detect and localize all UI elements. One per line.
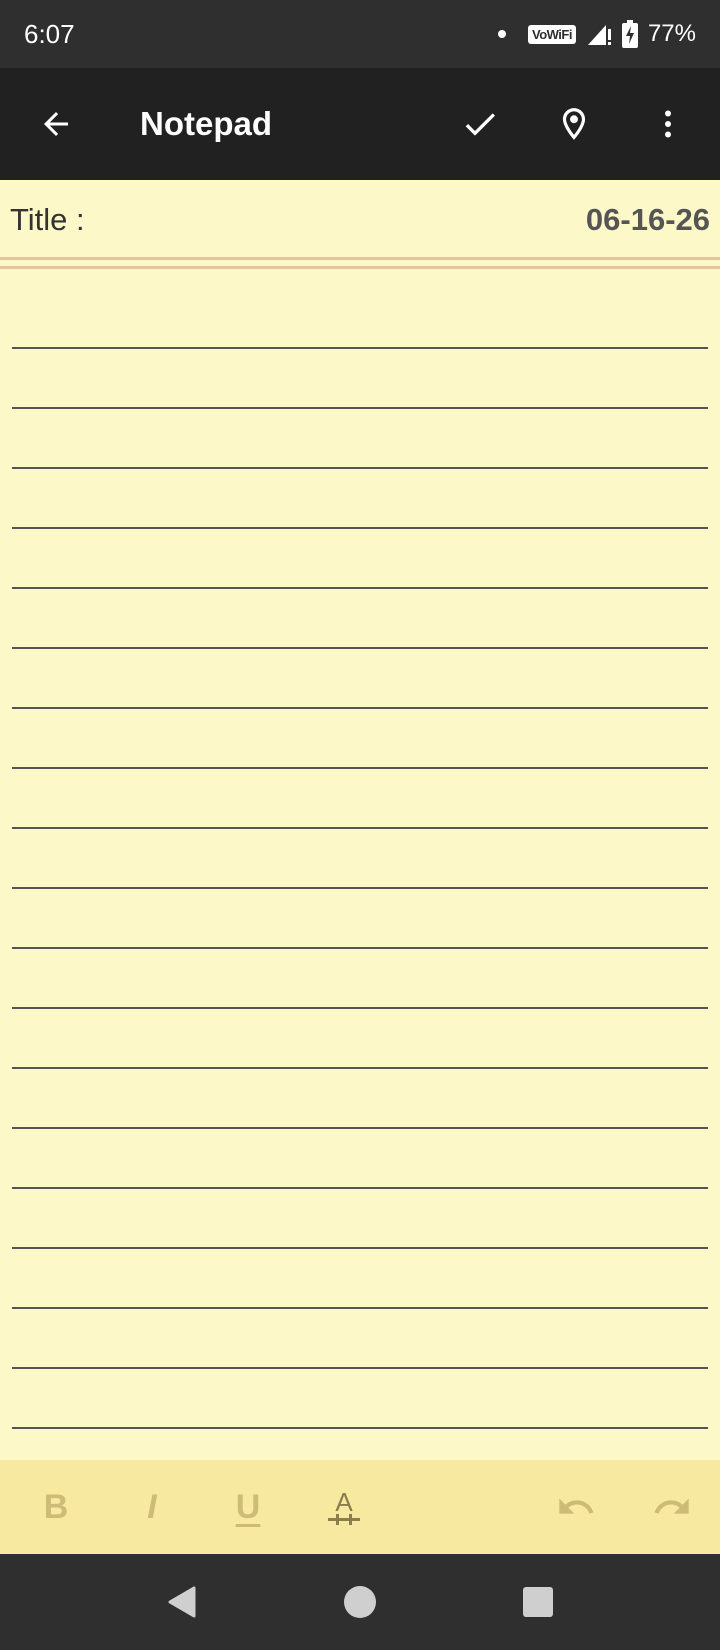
nav-home-icon bbox=[344, 1586, 376, 1618]
italic-button[interactable]: I bbox=[104, 1460, 200, 1554]
status-time: 6:07 bbox=[24, 18, 75, 49]
bold-button[interactable]: B bbox=[8, 1460, 104, 1554]
signal-icon bbox=[586, 21, 612, 47]
location-pin-icon bbox=[562, 108, 586, 140]
battery-percentage: 77% bbox=[647, 20, 696, 47]
nav-home-button[interactable] bbox=[324, 1566, 396, 1638]
back-arrow-icon bbox=[44, 112, 68, 136]
text-style-button[interactable]: A bbox=[296, 1460, 392, 1554]
redo-button[interactable] bbox=[624, 1460, 720, 1554]
status-bar: 6:07 VoWiFi 77% bbox=[0, 0, 720, 68]
nav-back-button[interactable] bbox=[146, 1566, 218, 1638]
status-icons: VoWiFi 77% bbox=[497, 20, 696, 48]
nav-back-icon bbox=[168, 1586, 196, 1618]
notification-dot-icon bbox=[497, 30, 506, 38]
text-style-icon: A bbox=[328, 1487, 360, 1525]
note-body-input[interactable] bbox=[12, 290, 708, 1460]
app-bar: Notepad bbox=[0, 68, 720, 180]
undo-icon bbox=[559, 1498, 594, 1514]
nav-recents-button[interactable] bbox=[502, 1566, 574, 1638]
page-title: Notepad bbox=[140, 105, 272, 142]
header-divider bbox=[0, 266, 720, 269]
text-style-glyph: A bbox=[335, 1487, 353, 1517]
note-body bbox=[12, 290, 708, 1460]
more-options-button[interactable] bbox=[628, 84, 708, 164]
vowifi-badge: VoWiFi bbox=[527, 24, 576, 44]
location-button[interactable] bbox=[534, 84, 614, 164]
undo-button[interactable] bbox=[528, 1460, 624, 1554]
format-toolbar: B I U A bbox=[0, 1460, 720, 1554]
note-header: Title : 06-16-26 bbox=[0, 180, 720, 260]
system-nav-bar bbox=[0, 1554, 720, 1650]
save-button[interactable] bbox=[440, 84, 520, 164]
header-divider bbox=[0, 257, 720, 260]
more-vert-icon bbox=[665, 110, 671, 138]
underline-button[interactable]: U bbox=[200, 1460, 296, 1554]
battery-charging-icon bbox=[621, 20, 638, 48]
title-label: Title : bbox=[10, 202, 85, 237]
note-date: 06-16-26 bbox=[585, 202, 710, 237]
title-input[interactable] bbox=[92, 190, 586, 250]
redo-icon bbox=[654, 1498, 689, 1514]
back-button[interactable] bbox=[16, 84, 96, 164]
nav-recents-icon bbox=[523, 1587, 553, 1617]
check-icon bbox=[465, 113, 495, 136]
app-bar-actions bbox=[440, 84, 708, 164]
